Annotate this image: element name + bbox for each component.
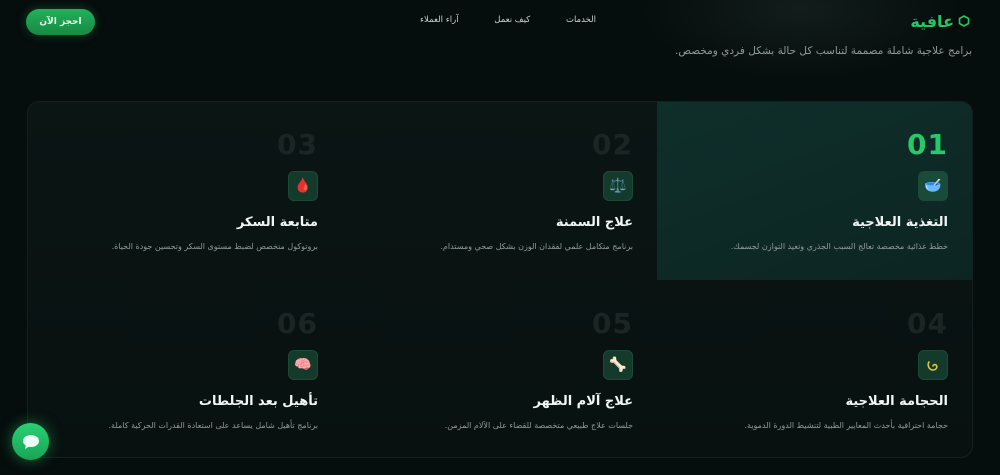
service-card-cupping[interactable]: 04 الحجامة العلاجية حجامة احترافية بأحدث… (657, 281, 972, 457)
service-number: 04 (907, 307, 948, 340)
nav-link-services[interactable]: الخدمات (566, 15, 596, 29)
service-title: الحجامة العلاجية (845, 394, 948, 409)
hexagon-icon (958, 15, 970, 27)
cupping-icon (918, 350, 948, 380)
service-title: علاج آلام الظهر (533, 394, 633, 409)
chat-button[interactable] (12, 423, 49, 460)
service-card-therapeutic-nutrition[interactable]: 01 🥣 التغذية العلاجية خطط غذائية مخصصة ت… (657, 102, 972, 280)
cupping-icon-glyph (927, 361, 938, 371)
section-subtitle: برامج علاجية شاملة مصممة لتناسب كل حالة … (675, 45, 972, 57)
service-description: بروتوكول متخصص لضبط مستوى السكر وتحسين ج… (111, 242, 318, 251)
service-description: حجامة احترافية بأحدث المعايير الطبية لتن… (744, 421, 948, 430)
scale-icon: ⚖️ (603, 171, 633, 201)
service-title: متابعة السكر (236, 215, 318, 230)
book-now-button[interactable]: احجز الآن (26, 9, 95, 35)
service-number: 02 (592, 128, 633, 161)
service-number: 06 (277, 307, 318, 340)
service-card-obesity[interactable]: 02 ⚖️ علاج السمنة برنامج متكامل علمي لفق… (342, 102, 657, 280)
service-description: خطط غذائية مخصصة تعالج السبب الجذري وتعي… (730, 242, 948, 251)
service-description: جلسات علاج طبيعي متخصصة للقضاء على الآلا… (444, 421, 633, 430)
service-title: علاج السمنة (555, 215, 633, 230)
bowl-icon: 🥣 (918, 171, 948, 201)
brain-icon: 🧠 (288, 350, 318, 380)
service-title: تأهيل بعد الجلطات (198, 394, 318, 409)
service-number: 05 (592, 307, 633, 340)
nav-links: الخدمات كيف نعمل آراء العملاء (420, 15, 596, 29)
service-card-back-pain[interactable]: 05 🦴 علاج آلام الظهر جلسات علاج طبيعي مت… (342, 281, 657, 457)
service-title: التغذية العلاجية (852, 215, 948, 230)
service-number: 03 (277, 128, 318, 161)
nav-link-testimonials[interactable]: آراء العملاء (420, 15, 459, 29)
service-card-stroke-rehab[interactable]: 06 🧠 تأهيل بعد الجلطات برنامج تأهيل شامل… (28, 281, 342, 457)
bone-icon: 🦴 (603, 350, 633, 380)
service-number: 01 (907, 128, 948, 161)
logo[interactable]: عافية (910, 10, 970, 32)
service-description: برنامج تأهيل شامل يساعد على استعادة القد… (108, 421, 318, 430)
chat-bubble-icon (22, 434, 39, 449)
logo-text: عافية (910, 11, 954, 31)
services-grid: 01 🥣 التغذية العلاجية خطط غذائية مخصصة ت… (27, 101, 973, 458)
nav-link-how-we-work[interactable]: كيف نعمل (494, 15, 530, 29)
service-description: برنامج متكامل علمي لفقدان الوزن بشكل صحي… (440, 242, 633, 251)
blood-drop-icon: 🩸 (288, 171, 318, 201)
top-nav: احجز الآن الخدمات كيف نعمل آراء العملاء … (0, 0, 1000, 44)
service-card-diabetes[interactable]: 03 🩸 متابعة السكر بروتوكول متخصص لضبط مس… (28, 102, 342, 280)
